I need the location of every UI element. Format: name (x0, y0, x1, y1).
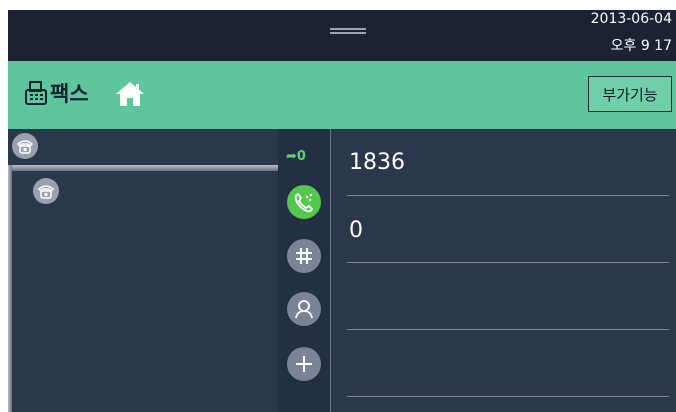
add-button[interactable] (287, 347, 321, 381)
fax-icon (25, 81, 47, 105)
extra-functions-button[interactable]: 부가기능 (588, 76, 672, 112)
redial-arrow-icon: ➦ (286, 149, 297, 164)
page-title: 팩스 (50, 82, 89, 106)
fax-number-field[interactable]: 1836 (347, 129, 669, 196)
action-toolbar: ➦0 (278, 129, 330, 412)
contacts-button[interactable] (287, 292, 321, 326)
home-icon[interactable] (115, 81, 145, 107)
fax-number-value: 1836 (349, 150, 405, 175)
phone-icon (12, 133, 38, 159)
hash-icon (296, 248, 312, 264)
call-icon (294, 192, 314, 213)
fax-info-panel: 1836 0 (331, 129, 676, 412)
page-count-value: 0 (349, 218, 363, 243)
contact-icon (295, 300, 313, 319)
phone-icon (33, 178, 59, 204)
app-header: 팩스 부가기능 (8, 61, 676, 129)
preview-top-edge (8, 165, 278, 171)
keypad-button[interactable] (287, 239, 321, 273)
fax-preview-panel (8, 129, 278, 412)
add-icon (296, 356, 312, 372)
page-count-field[interactable]: 0 (347, 196, 669, 263)
preview-left-edge (8, 165, 12, 412)
redial-count: 0 (296, 149, 306, 164)
empty-field[interactable] (347, 263, 669, 330)
empty-field[interactable] (347, 330, 669, 397)
status-bar: 2013-06-04 오후 9 17 (8, 10, 676, 61)
status-time: 오후 9 17 (610, 38, 672, 54)
app-frame: 2013-06-04 오후 9 17 팩스 부가기능 ➦0 1836 0 (8, 10, 676, 412)
call-button[interactable] (287, 185, 321, 219)
redial-indicator: ➦0 (286, 149, 306, 164)
drag-handle-icon[interactable] (330, 28, 366, 34)
status-date: 2013-06-04 (590, 11, 672, 27)
